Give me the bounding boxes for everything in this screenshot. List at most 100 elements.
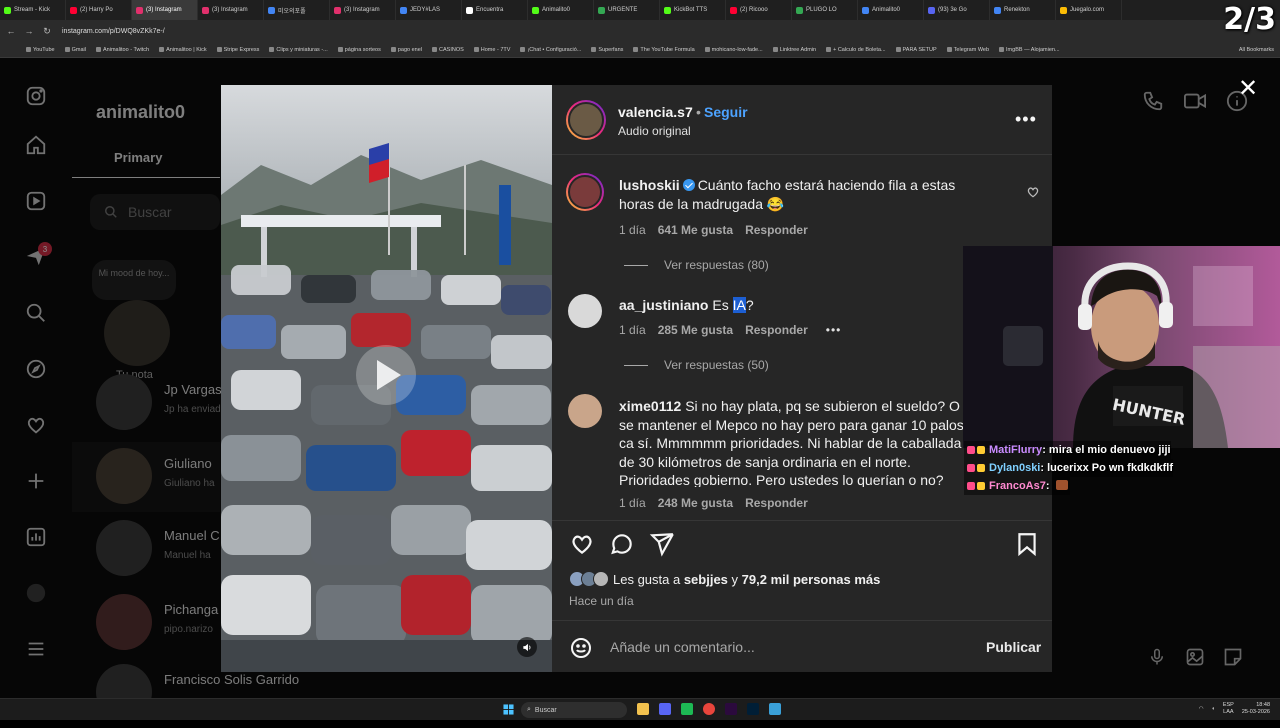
comment-input[interactable] bbox=[610, 633, 970, 661]
bookmark-item[interactable]: Gmail bbox=[64, 47, 86, 53]
clock[interactable]: 18:48 25-03-2026 bbox=[1242, 702, 1270, 716]
premiere-icon[interactable] bbox=[725, 703, 737, 715]
taskbar-search[interactable]: ⌕ Buscar bbox=[521, 702, 627, 718]
comment-time[interactable]: 1 día bbox=[619, 323, 646, 337]
publish-button[interactable]: Publicar bbox=[986, 639, 1041, 655]
browser-tab[interactable]: Juegalo.com bbox=[1056, 0, 1122, 20]
bookmark-favicon-icon bbox=[473, 47, 479, 52]
bookmark-item[interactable]: Linktree Admin bbox=[772, 47, 816, 53]
comment-likes[interactable]: 641 Me gusta bbox=[658, 223, 733, 237]
commenter-avatar[interactable] bbox=[566, 173, 604, 211]
browser-tab[interactable]: (3) Instagram bbox=[330, 0, 396, 20]
forward-icon[interactable]: → bbox=[22, 24, 36, 38]
browser-tab[interactable]: JEDY#LAS bbox=[396, 0, 462, 20]
volume-icon[interactable]: ◖ bbox=[1212, 706, 1215, 712]
streamer-webcam: HUNTER bbox=[963, 246, 1280, 448]
browser-tab[interactable]: Animalito0 bbox=[858, 0, 924, 20]
emoji-icon[interactable] bbox=[569, 636, 593, 660]
commenter-avatar[interactable] bbox=[568, 394, 602, 428]
app-icon[interactable] bbox=[769, 703, 781, 715]
bookmark-item[interactable]: pago enel bbox=[390, 47, 422, 53]
bookmark-favicon-icon bbox=[772, 47, 778, 52]
chrome-icon[interactable] bbox=[703, 703, 715, 715]
bookmark-item[interactable]: página sorteos bbox=[337, 47, 381, 53]
bookmark-item[interactable]: ¡Chat • Configuració... bbox=[520, 47, 581, 53]
reply-button[interactable]: Responder bbox=[745, 223, 808, 237]
audio-label[interactable]: Audio original bbox=[618, 124, 691, 138]
verified-badge-icon bbox=[682, 179, 695, 191]
bookmark-item[interactable]: ImgBB — Alojamien... bbox=[999, 47, 1060, 53]
browser-tab[interactable]: KickBot TTS bbox=[660, 0, 726, 20]
likes-summary[interactable]: Les gusta a sebjjes y 79,2 mil personas … bbox=[569, 571, 880, 587]
bookmark-item[interactable]: CASINOS bbox=[432, 47, 464, 53]
address-bar: ← → ↻ instagram.com/p/DWQ8vZKk7e-/ bbox=[0, 20, 1280, 42]
browser-tab[interactable]: Renekton bbox=[990, 0, 1056, 20]
bookmark-item[interactable]: Home - 7TV bbox=[473, 47, 510, 53]
commenter-username[interactable]: lushoskii bbox=[619, 177, 680, 193]
browser-tab[interactable]: URGENTE bbox=[594, 0, 660, 20]
bookmark-item[interactable]: PARA SETUP bbox=[895, 47, 937, 53]
comment-like-icon[interactable] bbox=[1026, 185, 1040, 199]
discord-icon[interactable] bbox=[659, 703, 671, 715]
share-icon[interactable] bbox=[649, 531, 675, 557]
language-indicator[interactable]: ESP LAA bbox=[1223, 702, 1234, 716]
comment-icon[interactable] bbox=[609, 531, 635, 557]
windows-start-icon[interactable] bbox=[503, 704, 514, 715]
url-field[interactable]: instagram.com/p/DWQ8vZKk7e-/ bbox=[62, 28, 165, 35]
bookmark-item[interactable]: YouTube bbox=[26, 47, 55, 53]
browser-tab[interactable]: Stream - Kick bbox=[0, 0, 66, 20]
chat-badge-icon bbox=[967, 482, 975, 490]
browser-tab[interactable]: Animalito0 bbox=[528, 0, 594, 20]
bookmark-item[interactable]: Animalitoo - Twitch bbox=[96, 47, 149, 53]
view-replies-button[interactable]: Ver respuestas (80) bbox=[624, 258, 769, 272]
tab-favicon-icon bbox=[796, 6, 803, 14]
bookmark-item[interactable]: + Calculo de Boleta... bbox=[826, 47, 886, 53]
tab-label: Animalito0 bbox=[872, 7, 901, 13]
browser-tab[interactable]: (3) Instagram bbox=[132, 0, 198, 20]
volume-icon[interactable] bbox=[517, 637, 537, 657]
author-avatar[interactable] bbox=[566, 100, 606, 140]
bookmark-label: Clips y miniaturas -... bbox=[276, 46, 328, 53]
bookmark-item[interactable]: Superfans bbox=[591, 47, 623, 53]
photoshop-icon[interactable] bbox=[747, 703, 759, 715]
browser-tab[interactable]: (3) Instagram bbox=[198, 0, 264, 20]
comment-likes[interactable]: 285 Me gusta bbox=[658, 323, 733, 337]
app-icon[interactable] bbox=[681, 703, 693, 715]
close-icon[interactable]: ✕ bbox=[1236, 75, 1260, 102]
bookmark-item[interactable]: mohicano-low-fade... bbox=[704, 47, 763, 53]
commenter-username[interactable]: xime0112 bbox=[619, 398, 681, 414]
browser-tab[interactable]: PLUGO LO bbox=[792, 0, 858, 20]
commenter-avatar[interactable] bbox=[568, 294, 602, 328]
view-replies-button[interactable]: Ver respuestas (50) bbox=[624, 358, 769, 372]
browser-tab[interactable]: (93) 3e Go bbox=[924, 0, 990, 20]
reload-icon[interactable]: ↻ bbox=[40, 24, 54, 38]
browser-tab[interactable]: 미오의포폴 bbox=[264, 0, 330, 20]
bookmark-item[interactable]: Telegram Web bbox=[946, 47, 989, 53]
file-explorer-icon[interactable] bbox=[637, 703, 649, 715]
more-options-icon[interactable]: ••• bbox=[1015, 109, 1037, 130]
bookmark-item[interactable]: Animalitoo | Kick bbox=[159, 47, 207, 53]
follow-button[interactable]: Seguir bbox=[704, 104, 748, 120]
reply-button[interactable]: Responder bbox=[745, 496, 808, 510]
bookmark-item[interactable]: Clips y miniaturas -... bbox=[269, 46, 328, 53]
back-icon[interactable]: ← bbox=[4, 24, 18, 38]
browser-tab[interactable]: Encuentra bbox=[462, 0, 528, 20]
comment-meta: 1 día 285 Me gusta Responder ••• bbox=[619, 323, 841, 337]
post-time[interactable]: Hace un día bbox=[569, 594, 634, 608]
comment-more-icon[interactable]: ••• bbox=[826, 323, 842, 337]
author-username[interactable]: valencia.s7 bbox=[618, 104, 693, 120]
comment-time[interactable]: 1 día bbox=[619, 223, 646, 237]
browser-tab[interactable]: (2) Harry Po bbox=[66, 0, 132, 20]
browser-tab[interactable]: (2) Ricooo bbox=[726, 0, 792, 20]
bookmark-item[interactable]: Stripe Express bbox=[216, 47, 259, 53]
comment-likes[interactable]: 248 Me gusta bbox=[658, 496, 733, 510]
bookmark-item[interactable]: The YouTube Formula bbox=[633, 47, 695, 53]
commenter-username[interactable]: aa_justiniano bbox=[619, 297, 708, 313]
like-icon[interactable] bbox=[569, 531, 595, 557]
save-bookmark-icon[interactable] bbox=[1014, 531, 1040, 557]
reply-button[interactable]: Responder bbox=[745, 323, 808, 337]
comment-time[interactable]: 1 día bbox=[619, 496, 646, 510]
wifi-icon[interactable]: ◠ bbox=[1199, 706, 1204, 712]
post-video[interactable] bbox=[221, 85, 552, 672]
all-bookmarks-button[interactable]: All Bookmarks bbox=[1239, 47, 1274, 53]
